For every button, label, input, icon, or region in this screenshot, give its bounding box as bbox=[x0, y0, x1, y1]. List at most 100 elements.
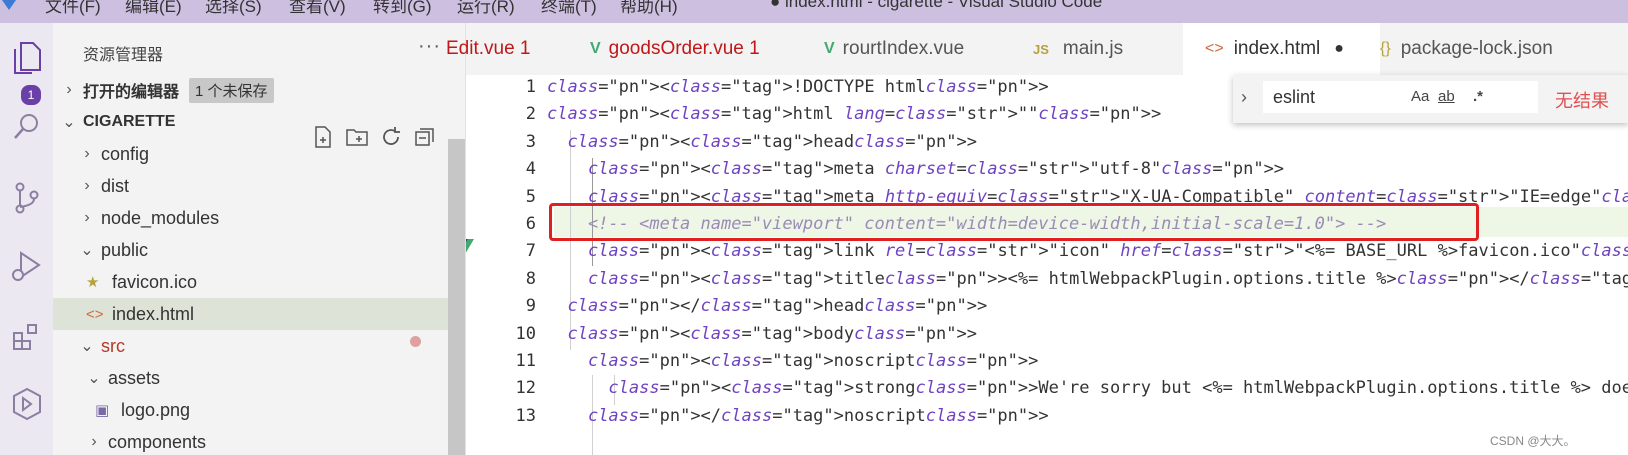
find-result-text: 无结果 bbox=[1555, 91, 1609, 111]
tab-label: main.js bbox=[1062, 38, 1124, 59]
html-file-icon: <> bbox=[86, 305, 104, 323]
tree-item-label: logo.png bbox=[121, 399, 191, 420]
tree-item-label: index.html bbox=[112, 303, 195, 324]
unsaved-dot-icon[interactable]: ● bbox=[1334, 40, 1344, 58]
tree-item-label: dist bbox=[101, 175, 130, 196]
project-label: CIGARETTE bbox=[83, 113, 176, 130]
menu-selection[interactable]: 选择(S) bbox=[205, 0, 262, 17]
tree-item-label: components bbox=[108, 431, 207, 452]
open-editors-label: 打开的编辑器 bbox=[83, 84, 180, 101]
tab-index-html[interactable]: <> index.html ● bbox=[1183, 23, 1380, 75]
match-whole-word-icon[interactable]: ab bbox=[1438, 88, 1455, 105]
favicon-file-icon: ★ bbox=[86, 274, 100, 291]
tree-item-label: config bbox=[101, 143, 150, 164]
code-line: class="pn"><class="tag">strongclass="pn"… bbox=[608, 378, 1628, 399]
tree-item-index-html[interactable]: <> index.html bbox=[53, 298, 448, 330]
chevron-down-icon: ⌄ bbox=[80, 338, 94, 355]
menu-edit[interactable]: 编辑(E) bbox=[125, 0, 182, 17]
html-icon: <> bbox=[1205, 40, 1224, 57]
tree-item-label: src bbox=[101, 335, 125, 356]
tree-item-assets[interactable]: ⌄ assets bbox=[53, 362, 448, 394]
tree-item-logo-png[interactable]: ▣ logo.png bbox=[53, 394, 448, 426]
annotation-highlight-box bbox=[549, 203, 1479, 241]
title-bar: 文件(F) 编辑(E) 选择(S) 查看(V) 转到(G) 运行(R) 终端(T… bbox=[0, 0, 1628, 23]
code-editor[interactable]: 1 class="pn"><class="tag">!DOCTYPE htmlcl… bbox=[466, 75, 1628, 455]
tree-item-label: favicon.ico bbox=[112, 271, 198, 292]
vscode-logo-icon bbox=[2, 0, 16, 10]
image-file-icon: ▣ bbox=[95, 402, 110, 419]
menu-run[interactable]: 运行(R) bbox=[457, 0, 515, 17]
chevron-right-icon[interactable]: › bbox=[1241, 87, 1247, 108]
code-line: class="pn"><class="tag">noscriptclass="p… bbox=[587, 351, 1039, 371]
open-editors-section[interactable]: › 打开的编辑器 1 个未保存 bbox=[61, 74, 456, 106]
tree-item-favicon-ico[interactable]: ★ favicon.ico bbox=[53, 266, 448, 298]
code-line: class="pn"><class="tag">html lang=class=… bbox=[547, 104, 1162, 125]
more-actions-icon[interactable]: ··· bbox=[418, 35, 441, 58]
tab-main-js[interactable]: JS main.js bbox=[1011, 23, 1203, 75]
line-number: 11 bbox=[515, 351, 536, 371]
line-number: 1 bbox=[525, 77, 536, 97]
line-number: 13 bbox=[515, 405, 536, 426]
tab-rourtindex-vue[interactable]: V rourtIndex.vue bbox=[806, 23, 1029, 75]
tab-label: package-lock.json bbox=[1400, 38, 1553, 59]
editor-tabs: Edit.vue 1 V goodsOrder.vue 1 V rourtInd… bbox=[446, 23, 1628, 75]
json-icon: {} bbox=[1380, 40, 1391, 57]
tab-goodsorder-vue[interactable]: V goodsOrder.vue 1 bbox=[576, 23, 820, 75]
match-case-icon[interactable]: Aa bbox=[1411, 88, 1429, 105]
tree-item-label: public bbox=[101, 239, 149, 260]
tree-item-node-modules[interactable]: › node_modules bbox=[53, 202, 448, 234]
chevron-right-icon: › bbox=[84, 177, 90, 194]
code-line: class="pn"></class="tag">noscriptclass="… bbox=[587, 405, 1049, 426]
line-number: 8 bbox=[525, 268, 536, 289]
sidebar-scrollbar[interactable] bbox=[448, 139, 465, 455]
activity-bar: 1 bbox=[0, 23, 53, 455]
chevron-down-icon: ⌄ bbox=[62, 114, 76, 131]
tree-item-components[interactable]: › components bbox=[53, 426, 448, 455]
tab-label: rourtIndex.vue bbox=[842, 38, 965, 59]
menu-file[interactable]: 文件(F) bbox=[45, 0, 101, 17]
use-regex-icon[interactable]: .* bbox=[1473, 88, 1483, 105]
chevron-right-icon: › bbox=[84, 145, 90, 162]
code-line: class="pn"><class="tag">headclass="pn">> bbox=[567, 131, 977, 152]
chevron-down-icon: ⌄ bbox=[80, 242, 94, 259]
tree-item-src[interactable]: ⌄ src bbox=[53, 330, 448, 362]
vue-icon: V bbox=[824, 40, 835, 57]
tab-package-lock-json[interactable]: {} package-lock.json bbox=[1358, 23, 1628, 75]
source-control-icon[interactable] bbox=[0, 173, 53, 223]
tree-item-dist[interactable]: › dist bbox=[53, 170, 448, 202]
tab-edit-vue[interactable]: Edit.vue 1 bbox=[446, 23, 576, 75]
menu-terminal[interactable]: 终端(T) bbox=[541, 0, 597, 17]
watermark: CSDN @大大。 bbox=[1490, 434, 1576, 448]
explorer-icon[interactable] bbox=[0, 33, 53, 83]
code-line: class="pn"><class="tag">bodyclass="pn">> bbox=[567, 323, 977, 344]
remote-icon[interactable] bbox=[0, 379, 53, 429]
search-icon[interactable] bbox=[0, 101, 53, 151]
line-number: 7 bbox=[525, 241, 536, 262]
tree-item-config[interactable]: › config bbox=[53, 138, 448, 170]
menu-help[interactable]: 帮助(H) bbox=[620, 0, 678, 17]
chevron-right-icon: › bbox=[66, 81, 72, 98]
tree-item-label: node_modules bbox=[101, 207, 220, 228]
line-number: 12 bbox=[515, 378, 536, 399]
run-debug-icon[interactable] bbox=[0, 241, 53, 291]
line-number: 3 bbox=[525, 131, 536, 152]
code-line: class="pn"></class="tag">headclass="pn">… bbox=[567, 296, 988, 317]
chevron-down-icon: ⌄ bbox=[87, 370, 101, 387]
menu-view[interactable]: 查看(V) bbox=[289, 0, 346, 17]
find-input[interactable]: eslint bbox=[1263, 81, 1538, 113]
code-line: class="pn"><class="tag">link rel=class="… bbox=[587, 241, 1628, 262]
code-line: class="pn"><class="tag">meta charset=cla… bbox=[587, 159, 1285, 180]
menu-go[interactable]: 转到(G) bbox=[373, 0, 432, 17]
line-number: 2 bbox=[525, 104, 536, 125]
explorer-sidebar: 资源管理器 ··· › 打开的编辑器 1 个未保存 ⌄ CIGARETTE › c… bbox=[53, 23, 466, 455]
line-number: 5 bbox=[525, 186, 536, 207]
tree-item-label: assets bbox=[108, 367, 161, 388]
extensions-icon[interactable] bbox=[0, 311, 53, 361]
line-number: 4 bbox=[525, 159, 536, 180]
modified-dot bbox=[410, 336, 421, 347]
tree-item-public[interactable]: ⌄ public bbox=[53, 234, 448, 266]
line-number: 9 bbox=[525, 296, 536, 317]
vue-icon: V bbox=[590, 40, 601, 57]
tab-label: index.html bbox=[1233, 38, 1321, 59]
line-number: 10 bbox=[515, 323, 536, 344]
